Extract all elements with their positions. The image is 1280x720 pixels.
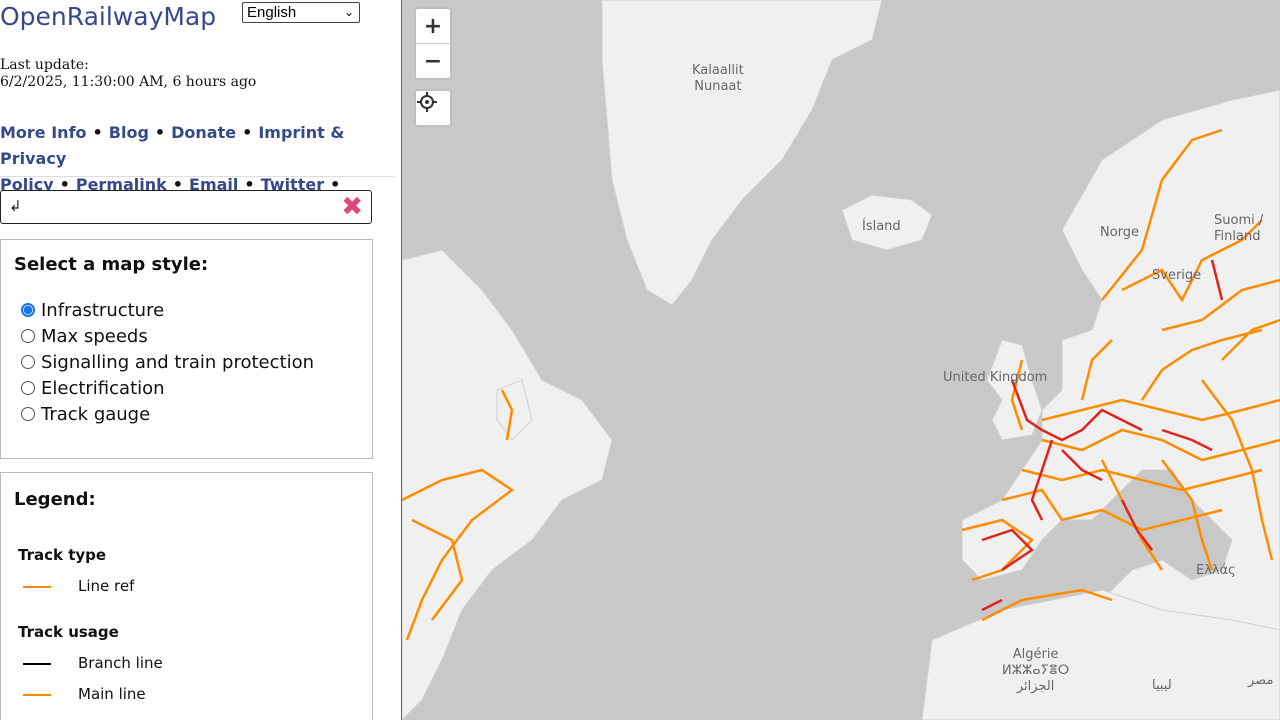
crosshair-icon (417, 92, 437, 112)
separator-dot: • (242, 123, 253, 142)
style-option-label: Max speeds (41, 326, 148, 347)
map-label-greenland: Kalaallit Nunaat (692, 63, 744, 95)
search-input[interactable]: ↲ ✖ (0, 190, 372, 224)
legend-line-swatch (23, 693, 51, 696)
style-option-label: Infrastructure (41, 300, 165, 321)
map-label-finland: Suomi / Finland (1214, 213, 1263, 245)
radio-button[interactable] (21, 355, 35, 369)
style-option-electrification[interactable]: Electrification (21, 378, 165, 399)
last-update: Last update: 6/2/2025, 11:30:00 AM, 6 ho… (0, 57, 256, 91)
legend-track-type-title: Track type (18, 546, 107, 564)
map-label-egypt: مصر (1248, 673, 1274, 688)
map-label-greece: Ελλάς (1196, 563, 1236, 578)
map-basemap (402, 0, 1280, 720)
search-input-value: ↲ (9, 197, 22, 215)
nav-links: More Info • Blog • Donate • Imprint & Privacy … (0, 120, 395, 198)
radio-button[interactable] (21, 329, 35, 343)
separator-dot: • (154, 123, 166, 142)
chevron-down-icon: ⌄ (343, 5, 354, 19)
separator-dot: • (92, 123, 103, 142)
language-select[interactable]: English ⌄ (242, 2, 360, 23)
link-donate[interactable]: Donate (171, 123, 236, 142)
link-blog[interactable]: Blog (109, 123, 149, 142)
zoom-in-button[interactable]: + (416, 9, 450, 44)
legend-item: Main line (23, 685, 146, 703)
legend-line-swatch (23, 585, 51, 588)
last-update-label: Last update: (0, 57, 89, 73)
style-option-track-gauge[interactable]: Track gauge (21, 404, 150, 425)
locate-button[interactable] (416, 91, 450, 125)
radio-button-checked[interactable] (21, 303, 35, 317)
map-label-libya: ليبيا (1152, 678, 1172, 693)
style-option-label: Track gauge (41, 404, 151, 425)
link-more-info[interactable]: More Info (0, 123, 87, 142)
app-title[interactable]: OpenRailwayMap (0, 2, 216, 31)
legend-track-usage-title: Track usage (18, 623, 119, 641)
legend-line-swatch (23, 662, 51, 665)
map-label-line: Nunaat (694, 79, 742, 94)
style-option-signalling[interactable]: Signalling and train protection (21, 352, 314, 373)
legend-panel: Legend: Track type Line ref Track usage … (0, 472, 373, 720)
map-label-uk: United Kingdom (943, 370, 1048, 385)
divider (0, 176, 395, 177)
landmass-greenland (601, 0, 883, 306)
map-label-line: Kalaallit (692, 63, 744, 78)
map-label-sweden: Sverige (1152, 268, 1202, 283)
radio-button[interactable] (21, 407, 35, 421)
style-option-label: Signalling and train protection (41, 352, 315, 373)
style-option-label: Electrification (41, 378, 165, 399)
map-canvas[interactable]: Kalaallit Nunaat Ísland Norge Sverige Su… (402, 0, 1280, 720)
language-select-value: English (247, 4, 297, 21)
map-label-line: Suomi / (1214, 213, 1264, 228)
map-style-panel: Select a map style: Infrastructure Max s… (0, 239, 373, 459)
map-style-heading: Select a map style: (14, 254, 209, 275)
legend-item-label: Line ref (78, 577, 135, 595)
map-label-algeria: Algérie ⵍⵣⵣⴰⵢⴻⵔ الجزائر (1002, 647, 1069, 695)
zoom-out-button[interactable]: − (416, 44, 450, 78)
legend-item: Branch line (23, 654, 163, 672)
locate-control (414, 89, 452, 127)
zoom-control: + − (414, 7, 452, 80)
sidebar: OpenRailwayMap English ⌄ Last update: 6/… (0, 0, 402, 720)
legend-heading: Legend: (14, 489, 96, 510)
legend-item-label: Main line (78, 685, 146, 703)
map-label-iceland: Ísland (862, 219, 901, 234)
last-update-value: 6/2/2025, 11:30:00 AM, 6 hours ago (0, 74, 257, 90)
map-label-line: ⵍⵣⵣⴰⵢⴻⵔ (1002, 663, 1070, 678)
style-option-max-speeds[interactable]: Max speeds (21, 326, 148, 347)
map-label-line: الجزائر (1016, 679, 1055, 694)
map-label-line: Finland (1214, 229, 1261, 244)
style-option-infrastructure[interactable]: Infrastructure (21, 300, 164, 321)
radio-button[interactable] (21, 381, 35, 395)
map-label-line: Algérie (1012, 647, 1059, 662)
map-label-norway: Norge (1100, 225, 1140, 240)
legend-item-label: Branch line (78, 654, 163, 672)
legend-item: Line ref (23, 577, 134, 595)
close-icon[interactable]: ✖ (341, 194, 363, 220)
